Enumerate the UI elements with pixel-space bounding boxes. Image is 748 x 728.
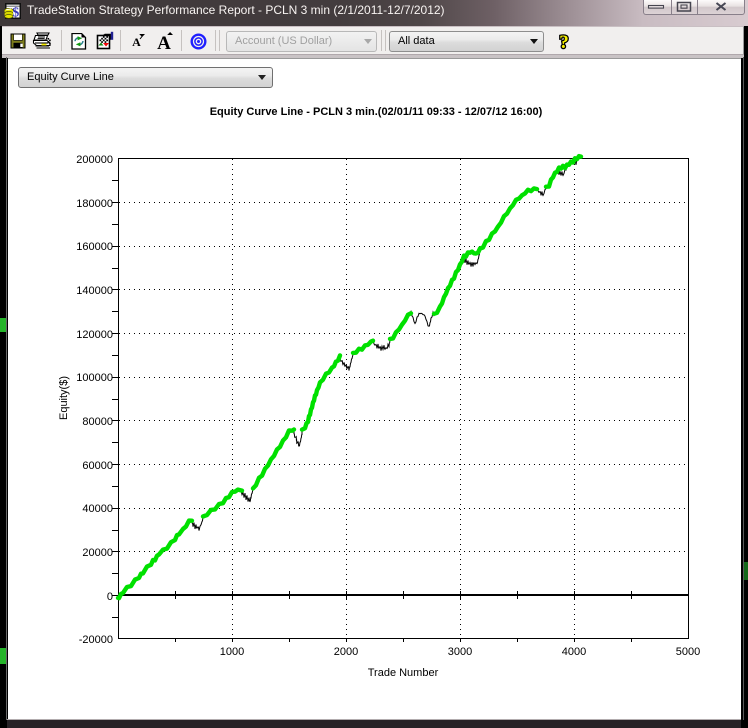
svg-text:Equity Curve Line - PCLN 3 min: Equity Curve Line - PCLN 3 min.(02/01/11…: [210, 106, 543, 118]
svg-text:100000: 100000: [76, 372, 113, 384]
svg-text:Equity($): Equity($): [58, 376, 70, 420]
svg-text:A: A: [132, 35, 141, 48]
svg-text:180000: 180000: [76, 198, 113, 210]
svg-text:60000: 60000: [82, 460, 113, 472]
svg-text:200000: 200000: [76, 154, 113, 166]
svg-text:80000: 80000: [82, 416, 113, 428]
svg-text:3000: 3000: [448, 646, 472, 658]
svg-text:2000: 2000: [334, 646, 358, 658]
svg-text:20000: 20000: [82, 547, 113, 559]
svg-text:-20000: -20000: [79, 634, 113, 646]
svg-text:A: A: [157, 33, 171, 50]
svg-text:120000: 120000: [76, 329, 113, 341]
svg-text:5000: 5000: [676, 646, 700, 658]
svg-text:4000: 4000: [562, 646, 586, 658]
svg-text:160000: 160000: [76, 241, 113, 253]
svg-text:40000: 40000: [82, 503, 113, 515]
svg-text:140000: 140000: [76, 285, 113, 297]
svg-text:$: $: [12, 6, 19, 21]
svg-text:Trade Number: Trade Number: [368, 667, 439, 679]
svg-text:0: 0: [107, 591, 113, 603]
svg-text:?: ?: [559, 32, 569, 51]
svg-text:1000: 1000: [220, 646, 244, 658]
